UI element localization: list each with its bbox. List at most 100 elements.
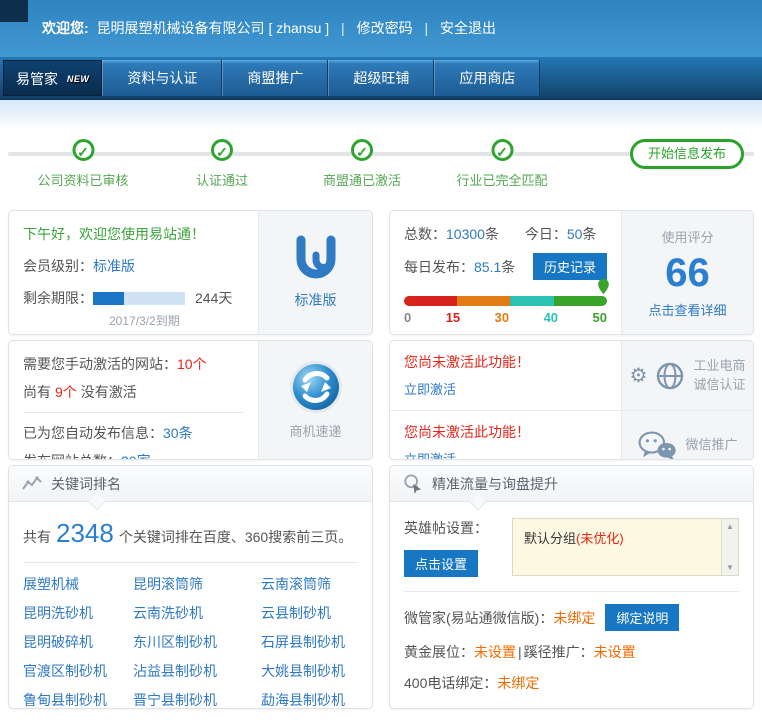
keyword-link[interactable]: 云南洗砂机 [133,603,261,623]
phone-status: 未绑定 [497,675,540,691]
hero-post-settings-row: 英雄帖设置： 点击设置 默认分组(未优化) ▲ ▼ [404,518,739,577]
path-label: 蹊径推广： [523,644,594,660]
publish-stats-panel: 总数：10300条 今日：50条 每日发布：85.1条 历史记录 0 15 30… [389,210,754,335]
line1-value: 10个 [177,356,207,372]
score-detail-link[interactable]: 点击查看详细 [648,300,726,319]
check-icon: ✓ [71,139,94,161]
keyword-panel-body: 共有 2348 个关键词排在百度、360搜索前三页。 展塑机械 昆明滚筒筛 云南滚筒… [9,502,372,708]
level-value-link[interactable]: 标准版 [93,258,135,274]
line4-value: 20家 [121,453,151,459]
keyword-ranking-panel: 关键词排名 共有 2348 个关键词排在百度、360搜索前三页。 展塑机械 昆明滚筒… [8,465,373,709]
activate-now-link[interactable]: 立即激活 [404,382,456,397]
score-value: 66 [665,250,710,295]
scale-30: 30 [494,310,510,325]
gold-line-text: 黄金展位：未设置 | 蹊径推广：未设置 [404,642,636,662]
total-unit: 条 [484,226,499,242]
keyword-link[interactable]: 石屏县制砂机 [261,632,358,652]
tab-app-store[interactable]: 应用商店 [434,60,541,96]
keyword-link[interactable]: 鲁甸县制砂机 [23,690,133,708]
summary-pre: 共有 [23,529,51,545]
today-label: 今日： [524,226,567,242]
traffic-inquiry-panel: 精准流量与询盘提升 英雄帖设置： 点击设置 默认分组(未优化) ▲ ▼ 微管家(… [389,465,754,709]
keyword-link[interactable]: 东川区制砂机 [133,632,261,652]
line1-label: 需要您手动激活的网站： [23,356,177,372]
keyword-link[interactable]: 云县制砂机 [261,603,358,623]
corner-logo-block [0,0,28,22]
step-alliance-activated: ✓ 商盟通已激活 [323,139,401,189]
step-industry-matched: ✓ 行业已完全匹配 [456,139,548,189]
hero-group-value: 默认分组 [524,531,577,546]
account-name: [ zhansu ] [268,20,330,36]
activation-stats-panel: 需要您手动激活的网站：10个 尚有9个没有激活 已为您自动发布信息：30条 发布… [8,340,373,460]
daily-publish-line: 每日发布：85.1条 历史记录 [404,253,607,280]
bind-help-button[interactable]: 绑定说明 [605,604,680,631]
keyword-link[interactable]: 昆明滚筒筛 [133,574,261,594]
daily-value: 85.1 [474,258,502,275]
tab-yiguanjia[interactable]: 易管家 NEW [3,60,103,96]
set-now-button[interactable]: 点击设置 [404,550,479,577]
logout-link[interactable]: 安全退出 [440,20,496,36]
history-button[interactable]: 历史记录 [532,253,607,280]
traffic-panel-title: 精准流量与询盘提升 [432,475,558,492]
scroll-down-icon[interactable]: ▼ [722,563,738,572]
hero-post-left: 英雄帖设置： 点击设置 [404,518,500,577]
wechat-manager-line: 微管家(易站通微信版)：未绑定 绑定说明 [404,604,739,631]
meter-bar [404,296,607,306]
gear-icon: ⚙ [629,364,648,387]
wechat-icon [639,430,677,459]
activate-now-link[interactable]: 立即激活 [404,452,456,459]
function-icon-area: 微信推广 [621,411,753,459]
keyword-link[interactable]: 官渡区制砂机 [23,661,133,681]
scrollbar[interactable]: ▲ ▼ [721,519,738,575]
today-unit: 条 [582,226,597,242]
scroll-up-icon[interactable]: ▲ [722,522,738,531]
keyword-link[interactable]: 勐海县制砂机 [261,690,358,708]
publish-stats-content: 总数：10300条 今日：50条 每日发布：85.1条 历史记录 0 15 30… [390,211,621,334]
line3-label: 已为您自动发布信息： [23,425,163,441]
divider [404,591,739,592]
keyword-link[interactable]: 昆明洗砂机 [23,603,133,623]
yizhantong-dashboard: 欢迎您: 昆明展塑机械设备有限公司 [ zhansu ] | 修改密码 | 安全… [0,0,762,720]
keyword-link[interactable]: 沾益县制砂机 [133,661,261,681]
manual-activation-line: 需要您手动激活的网站：10个 [23,354,244,374]
function-label-line: 工业电商 [693,357,746,373]
yizhantong-logo-icon [296,235,335,279]
tab-alliance-promotion[interactable]: 商盟推广 [222,60,329,96]
keyword-count: 2348 [56,518,114,548]
keyword-link[interactable]: 晋宁县制砂机 [133,690,261,708]
function-content: 您尚未激活此功能！ 立即激活 [390,341,621,410]
not-activated-warning: 您尚未激活此功能！ [404,354,530,370]
business-express-globe-icon [289,361,342,413]
term-progress-fill [93,291,124,305]
start-publish-button[interactable]: 开始信息发布 [629,139,744,169]
scale-0: 0 [404,310,412,325]
tab-label: 商盟推广 [247,70,304,86]
gold-label: 黄金展位： [404,644,474,660]
keyword-link[interactable]: 昆明破碎机 [23,632,133,652]
greeting-text: 下午好，欢迎您使用易站通！ [23,226,205,242]
remain-label: 剩余期限： [23,290,93,306]
hero-group-box[interactable]: 默认分组(未优化) ▲ ▼ [512,518,739,576]
onboarding-steps: ✓ 公司资料已审核 ✓ 认证通过 ✓ 商盟通已激活 ✓ 行业已完全匹配 开始信息… [0,130,762,210]
activation-stats-content: 需要您手动激活的网站：10个 尚有9个没有激活 已为您自动发布信息：30条 发布… [9,341,258,459]
total-value: 10300 [446,226,485,242]
keyword-link[interactable]: 云南滚筒筛 [261,574,358,594]
tab-label: 应用商店 [459,70,516,86]
site-total-line: 发布网站总数：20家 [23,451,244,459]
decor-strip [0,100,762,130]
member-level-line: 会员级别：标准版 [23,256,244,276]
keyword-link[interactable]: 大姚县制砂机 [261,661,358,681]
check-icon: ✓ [210,139,233,161]
divider [23,412,244,413]
tab-super-shop[interactable]: 超级旺铺 [328,60,435,96]
function-label-line: 微信推广 [685,437,738,453]
step-company-verified: ✓ 公司资料已审核 [37,139,129,189]
separator: | [424,20,429,36]
phone-line-text: 400电话绑定：未绑定 [404,673,539,693]
wechat-label: 微管家(易站通微信版)： [404,609,554,626]
tab-profile-certification[interactable]: 资料与认证 [102,60,223,96]
change-password-link[interactable]: 修改密码 [357,20,413,36]
hero-group-status: (未优化) [576,531,624,546]
term-progress-bar [93,291,185,305]
keyword-link[interactable]: 展塑机械 [23,574,133,594]
